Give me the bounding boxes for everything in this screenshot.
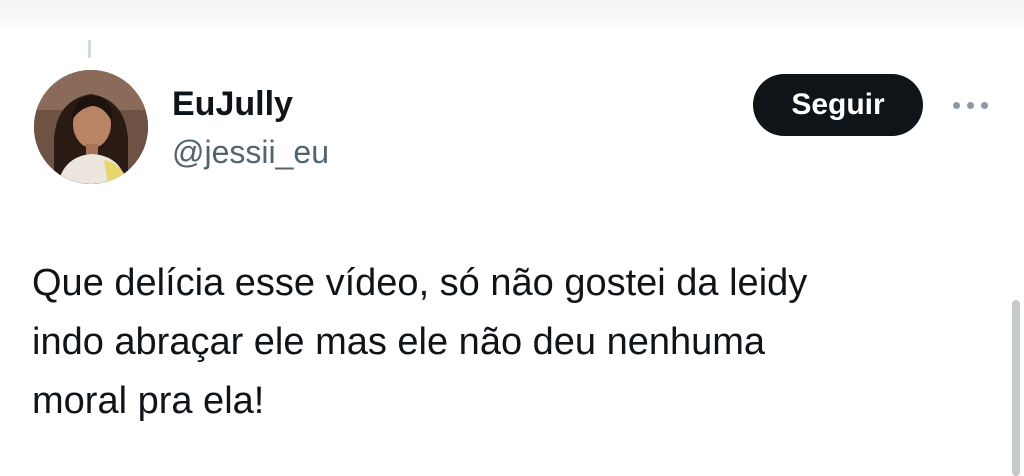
previous-tweet-fade [0,0,1024,34]
tweet-text: Que delícia esse vídeo, só não gostei da… [32,262,808,422]
more-dot [980,101,988,109]
more-options-icon[interactable] [944,88,996,122]
author-display-name[interactable]: EuJully [172,84,293,124]
thread-connector-line [88,40,91,58]
more-dot [966,101,974,109]
avatar-photo [34,70,148,184]
scrollbar-thumb[interactable] [1012,300,1020,476]
avatar[interactable] [34,70,148,184]
follow-button[interactable]: Seguir [753,74,923,136]
more-dot [952,101,960,109]
author-handle[interactable]: @jessii_eu [172,133,329,171]
tweet-page: EuJully @jessii_eu Seguir Que delícia es… [0,0,1024,476]
